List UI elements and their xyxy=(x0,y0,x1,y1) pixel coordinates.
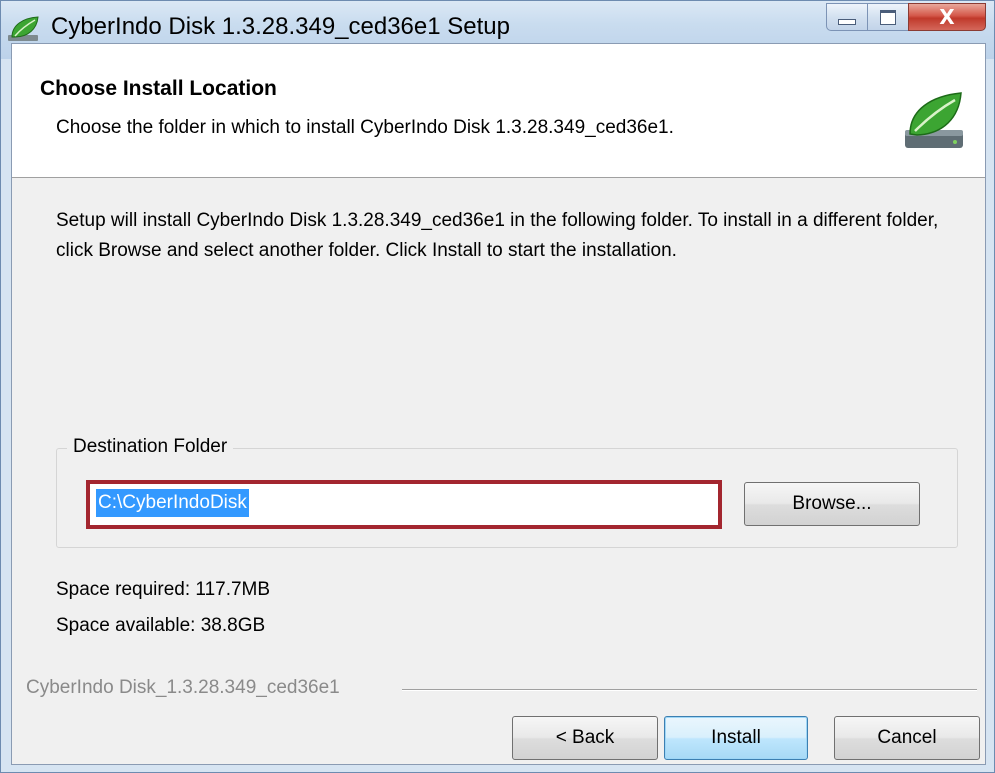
maximize-button[interactable] xyxy=(867,3,909,31)
leaf-icon xyxy=(905,92,963,148)
destination-path-input[interactable]: C:\CyberIndoDisk xyxy=(96,489,249,517)
install-button[interactable]: Install xyxy=(664,716,808,760)
minimize-icon xyxy=(838,19,856,25)
maximize-icon xyxy=(880,9,896,25)
window-title: CyberIndo Disk 1.3.28.349_ced36e1 Setup xyxy=(51,13,510,40)
space-available-text: Space available: 38.8GB xyxy=(56,615,266,636)
branding-divider xyxy=(402,689,977,691)
page-header: Choose Install Location Choose the folde… xyxy=(12,44,985,178)
page-title: Choose Install Location xyxy=(40,77,277,100)
window-controls: X xyxy=(826,3,986,33)
browse-button[interactable]: Browse... xyxy=(744,482,920,526)
cancel-button[interactable]: Cancel xyxy=(834,716,980,760)
destination-folder-group: Destination Folder C:\CyberIndoDisk Brow… xyxy=(56,436,958,548)
page-subtitle: Choose the folder in which to install Cy… xyxy=(56,117,674,138)
back-button[interactable]: < Back xyxy=(512,716,658,760)
setup-window: CyberIndo Disk 1.3.28.349_ced36e1 Setup … xyxy=(0,0,995,773)
intro-text: Setup will install CyberIndo Disk 1.3.28… xyxy=(56,210,939,261)
dialog-client-area: Choose Install Location Choose the folde… xyxy=(11,43,986,765)
minimize-button[interactable] xyxy=(826,3,868,31)
destination-folder-label: Destination Folder xyxy=(67,436,234,458)
leaf-icon xyxy=(8,16,39,41)
destination-path-field[interactable]: C:\CyberIndoDisk xyxy=(86,480,722,529)
space-required-text: Space required: 117.7MB xyxy=(56,579,271,600)
close-button[interactable]: X xyxy=(908,3,986,31)
close-icon: X xyxy=(939,5,955,29)
installer-branding: CyberIndo Disk_1.3.28.349_ced36e1 xyxy=(26,677,340,698)
